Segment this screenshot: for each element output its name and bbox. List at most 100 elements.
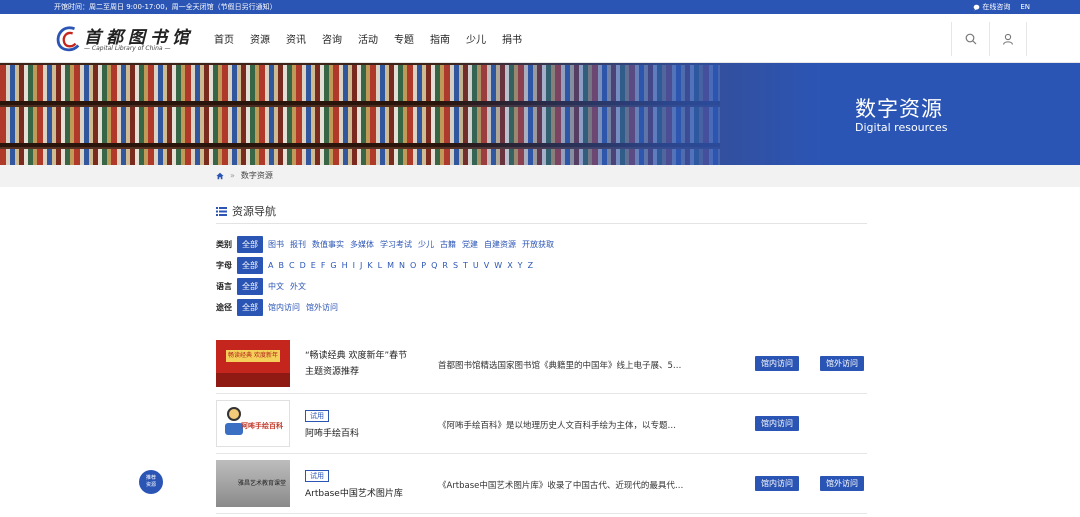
nav-item-consult[interactable]: 咨询 — [322, 31, 358, 46]
nav-item-children[interactable]: 少儿 — [466, 31, 502, 46]
filter-letter-option[interactable]: H — [342, 261, 348, 270]
thumbnail-text: 阿咘手绘百科 — [241, 422, 283, 430]
onsite-access-button[interactable]: 馆内访问 — [755, 476, 799, 491]
nav-item-donate[interactable]: 捐书 — [502, 31, 538, 46]
chat-bubble-icon — [974, 4, 980, 11]
filter-label: 字母 — [216, 261, 232, 270]
resource-thumbnail[interactable]: 阿咘手绘百科 — [216, 400, 290, 447]
filter-letter-option[interactable]: G — [330, 261, 336, 270]
nav-item-guide[interactable]: 指南 — [430, 31, 466, 46]
filter-option[interactable]: 党建 — [462, 239, 478, 250]
breadcrumb-bar: » 数字资源 — [0, 165, 1080, 187]
site-header: 首都图书馆 — Capital Library of China — 首页 资源… — [0, 14, 1080, 63]
filter-letter-option[interactable]: V — [484, 261, 489, 270]
filter-letter-option[interactable]: I — [353, 261, 355, 270]
online-chat-label: 在线咨询 — [982, 3, 1011, 11]
site-logo[interactable]: 首都图书馆 — Capital Library of China — — [54, 21, 194, 57]
list-item: 阿咘手绘百科 试用 阿咘手绘百科 《阿咘手绘百科》是以地理历史人文百科手绘为主体… — [216, 394, 867, 454]
filter-letter-option[interactable]: T — [463, 261, 468, 270]
resource-list: 畅读经典 欢度新年 “畅读经典 欢度新年”春节 主题资源推荐 首都图书馆精选国家… — [216, 334, 867, 514]
filter-letter-option[interactable]: S — [453, 261, 458, 270]
onsite-access-button[interactable]: 馆内访问 — [755, 356, 799, 371]
filter-all-button[interactable]: 全部 — [237, 278, 263, 295]
filter-option[interactable]: 图书 — [268, 239, 284, 250]
filter-row-category: 类别 全部 图书 报刊 数值事实 多媒体 学习考试 少儿 古籍 党建 自建资源 … — [216, 234, 867, 255]
language-switch-en[interactable]: EN — [1020, 2, 1030, 12]
banner-subtitle: Digital resources — [855, 121, 948, 134]
list-icon — [216, 206, 227, 216]
filter-letter-option[interactable]: Y — [518, 261, 523, 270]
opening-hours: 开馆时间：周二至周日 9:00-17:00，周一全天闭馆（节假日另行通知） — [54, 3, 277, 11]
filter-all-button[interactable]: 全部 — [237, 236, 263, 253]
filter-letter-option[interactable]: B — [278, 261, 284, 270]
list-item: 雅昌艺术教育课堂 试用 Artbase中国艺术图片库 《Artbase中国艺术图… — [216, 454, 867, 514]
filter-option[interactable]: 古籍 — [440, 239, 456, 250]
filter-letter-option[interactable]: Z — [528, 261, 533, 270]
banner-blue-overlay — [440, 63, 1080, 165]
banner-title: 数字资源 — [855, 97, 943, 121]
search-button[interactable] — [951, 22, 989, 56]
filter-letter-option[interactable]: R — [442, 261, 448, 270]
nav-item-topics[interactable]: 专题 — [394, 31, 430, 46]
filter-all-button[interactable]: 全部 — [237, 299, 263, 316]
resource-name[interactable]: 试用 阿咘手绘百科 — [305, 408, 359, 442]
resource-thumbnail[interactable]: 雅昌艺术教育课堂 — [216, 460, 290, 507]
remote-access-button[interactable]: 馆外访问 — [820, 356, 864, 371]
filter-letter-option[interactable]: L — [378, 261, 382, 270]
user-account-button[interactable] — [989, 22, 1027, 56]
filter-letter-option[interactable]: A — [268, 261, 273, 270]
filter-option[interactable]: 开放获取 — [522, 239, 554, 250]
resource-name[interactable]: “畅读经典 欢度新年”春节 主题资源推荐 — [305, 348, 407, 380]
filter-label: 语言 — [216, 282, 232, 291]
float-button-line: 资源 — [145, 482, 156, 488]
nav-item-home[interactable]: 首页 — [214, 31, 250, 46]
resource-name-line: 主题资源推荐 — [305, 367, 360, 377]
filter-letter-option[interactable]: E — [311, 261, 316, 270]
filter-letter-option[interactable]: J — [360, 261, 362, 270]
filter-option[interactable]: 馆外访问 — [306, 302, 338, 313]
resource-name-line: Artbase中国艺术图片库 — [305, 489, 403, 499]
header-tools — [951, 22, 1027, 56]
filter-letter-option[interactable]: F — [321, 261, 326, 270]
resource-thumbnail[interactable]: 畅读经典 欢度新年 — [216, 340, 290, 387]
filter-option[interactable]: 学习考试 — [380, 239, 412, 250]
onsite-access-button[interactable]: 馆内访问 — [755, 416, 799, 431]
filter-all-button[interactable]: 全部 — [237, 257, 263, 274]
filter-option[interactable]: 自建资源 — [484, 239, 516, 250]
filter-letter-option[interactable]: U — [473, 261, 479, 270]
resource-description: 《阿咘手绘百科》是以地理历史人文百科手绘为主体，以专题… — [438, 421, 677, 431]
filter-option[interactable]: 数值事实 — [312, 239, 344, 250]
filter-letter-option[interactable]: Q — [431, 261, 437, 270]
remote-access-button[interactable]: 馆外访问 — [820, 476, 864, 491]
filter-letter-option[interactable]: X — [507, 261, 512, 270]
online-chat-link[interactable]: 在线咨询 — [973, 2, 1010, 12]
filter-row-language: 语言 全部 中文 外文 — [216, 276, 867, 297]
filter-row-access: 途径 全部 馆内访问 馆外访问 — [216, 297, 867, 318]
filter-option[interactable]: 少儿 — [418, 239, 434, 250]
resource-name[interactable]: 试用 Artbase中国艺术图片库 — [305, 468, 403, 502]
filter-letter-option[interactable]: O — [410, 261, 416, 270]
filter-letter-option[interactable]: W — [494, 261, 502, 270]
filter-option[interactable]: 中文 — [268, 281, 284, 292]
home-icon[interactable] — [216, 172, 224, 180]
filter-letter-option[interactable]: C — [289, 261, 295, 270]
filter-option[interactable]: 外文 — [290, 281, 306, 292]
nav-item-activities[interactable]: 活动 — [358, 31, 394, 46]
list-item: 畅读经典 欢度新年 “畅读经典 欢度新年”春节 主题资源推荐 首都图书馆精选国家… — [216, 334, 867, 394]
section-header: 资源导航 — [216, 198, 867, 224]
filter-letter-option[interactable]: P — [421, 261, 426, 270]
section-title: 资源导航 — [232, 204, 276, 218]
nav-item-news[interactable]: 资讯 — [286, 31, 322, 46]
filter-letter-option[interactable]: K — [367, 261, 372, 270]
filter-letter-option[interactable]: N — [399, 261, 405, 270]
float-button-line: 推荐 — [145, 475, 156, 481]
search-icon — [965, 33, 976, 45]
filter-letter-option[interactable]: M — [387, 261, 394, 270]
filter-option[interactable]: 报刊 — [290, 239, 306, 250]
filter-option[interactable]: 多媒体 — [350, 239, 374, 250]
recommend-resources-button[interactable]: 推荐 资源 — [139, 470, 163, 494]
filter-letter-option[interactable]: D — [300, 261, 306, 270]
filter-label: 途径 — [216, 303, 232, 312]
filter-option[interactable]: 馆内访问 — [268, 302, 300, 313]
nav-item-resources[interactable]: 资源 — [250, 31, 286, 46]
